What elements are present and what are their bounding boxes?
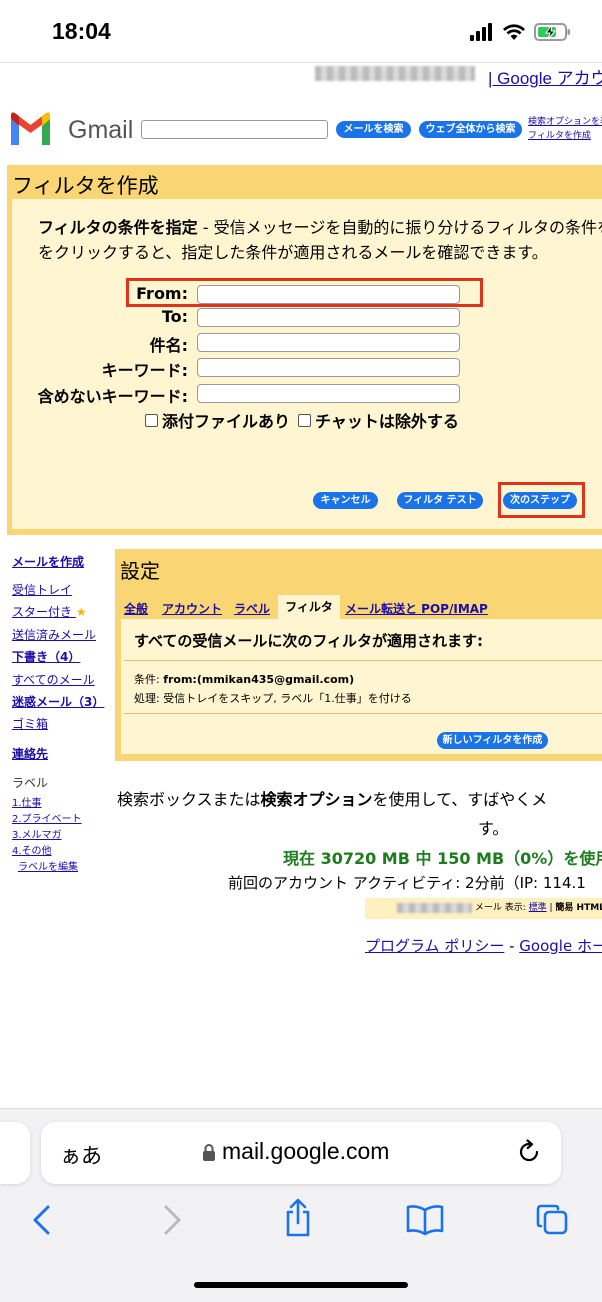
lock-icon: [203, 1144, 215, 1161]
attachment-label: 添付ファイルあり: [162, 412, 291, 431]
search-options-link[interactable]: 検索オプションを表: [528, 116, 602, 129]
nav-starred-label: スター付き: [12, 605, 73, 619]
gmail-logo-text: Gmail: [68, 116, 134, 144]
last-activity: 前回のアカウント アクティビティ: 2分前（IP: 114.1: [228, 874, 586, 892]
tabs-icon[interactable]: [535, 1203, 569, 1237]
url-text[interactable]: mail.google.com: [222, 1138, 389, 1165]
tab-labels[interactable]: ラベル: [234, 600, 270, 617]
google-account-link[interactable]: | Google アカウ: [488, 64, 602, 89]
edit-labels-link[interactable]: ラベルを編集: [18, 858, 78, 873]
settings-divider: [124, 660, 602, 661]
from-highlight-box: [126, 278, 483, 307]
search-web-button[interactable]: ウェブ全体から検索: [419, 121, 522, 138]
nav-drafts[interactable]: 下書き（4）: [12, 648, 80, 665]
exclude-keyword-label: 含めないキーワード:: [37, 387, 188, 406]
view-mode-bar: メール 表示: 標準 | 簡易 HTML 詳細: [365, 898, 602, 919]
attachment-option[interactable]: 添付ファイルあり: [145, 408, 290, 432]
storage-quota: 現在 30720 MB 中 150 MB（0%）を使用: [283, 849, 602, 868]
nav-all-mail[interactable]: すべてのメール: [12, 671, 95, 688]
labels-title: ラベル: [12, 776, 49, 790]
tab-general[interactable]: 全般: [124, 600, 148, 617]
compose-link[interactable]: メールを作成: [12, 553, 84, 570]
label-newsletter[interactable]: 3.メルマガ: [12, 826, 62, 841]
view-basic-html: 簡易 HTML: [555, 903, 602, 913]
status-time: 18:04: [52, 18, 111, 44]
home-indicator: [194, 1282, 408, 1288]
page-settings-button[interactable]: ぁあ: [60, 1140, 102, 1170]
label-work[interactable]: 1.仕事: [12, 794, 42, 809]
exclude-keyword-input[interactable]: [197, 384, 460, 403]
label-private[interactable]: 2.プライベート: [12, 810, 82, 825]
share-icon[interactable]: [282, 1198, 314, 1238]
cancel-button[interactable]: キャンセル: [313, 492, 378, 509]
back-icon[interactable]: [30, 1204, 54, 1236]
subject-input[interactable]: [197, 333, 460, 352]
gmail-logo-icon: [11, 112, 50, 145]
previous-tab-bar[interactable]: [0, 1122, 30, 1184]
settings-title: 設定: [120, 559, 160, 583]
program-policy-link[interactable]: プログラム ポリシー: [365, 937, 504, 955]
filter-condition-prefix: 条件:: [134, 673, 164, 686]
filter-desc-line1: - 受信メッセージを自動的に振り分けるフィルタの条件を: [197, 218, 602, 237]
create-filter-link[interactable]: フィルタを作成: [528, 130, 591, 143]
search-tip-2: を使用して、すばやくメ: [372, 790, 548, 809]
new-filter-button[interactable]: 新しいフィルタを作成: [437, 732, 548, 749]
nav-starred[interactable]: スター付き ★: [12, 603, 87, 620]
view-prefix: メール 表示:: [474, 903, 529, 913]
signal-icon: [470, 23, 494, 41]
filter-panel-title: フィルタを作成: [12, 174, 159, 198]
keyword-label: キーワード:: [101, 361, 188, 380]
tab-filters[interactable]: フィルタ: [278, 595, 340, 619]
search-tip-3: す。: [478, 819, 509, 838]
filters-heading: すべての受信メールに次のフィルタが適用されます:: [134, 632, 484, 650]
nav-spam[interactable]: 迷惑メール（3）: [12, 693, 104, 710]
mail-search-input[interactable]: [141, 120, 328, 139]
wifi-icon: [503, 24, 525, 40]
filter-description: フィルタの条件を指定 - 受信メッセージを自動的に振り分けるフィルタの条件を を…: [38, 215, 602, 265]
exclude-chat-checkbox[interactable]: [298, 413, 311, 427]
status-icons: [470, 20, 572, 44]
forward-icon[interactable]: [160, 1204, 184, 1236]
star-icon: ★: [75, 605, 87, 619]
to-input[interactable]: [197, 308, 460, 327]
filter-desc-bold: フィルタの条件を指定: [38, 218, 198, 237]
blurred-account: [397, 902, 472, 913]
tab-forwarding[interactable]: メール転送と POP/IMAP: [345, 600, 488, 617]
blurred-email: [315, 66, 475, 81]
nav-sent[interactable]: 送信済みメール: [12, 626, 96, 643]
next-step-highlight-box: [498, 482, 585, 518]
google-home-link[interactable]: Google ホー: [519, 937, 602, 955]
view-standard-link[interactable]: 標準: [529, 903, 547, 913]
bookmarks-icon[interactable]: [406, 1204, 444, 1236]
exclude-chat-option[interactable]: チャットは除外する: [298, 408, 459, 432]
to-label: To:: [161, 307, 188, 326]
contacts-link[interactable]: 連絡先: [12, 745, 48, 762]
search-tip: 検索ボックスまたは検索オプションを使用して、すばやくメ: [117, 786, 547, 810]
exclude-chat-label: チャットは除外する: [315, 412, 459, 431]
label-other[interactable]: 4.その他: [12, 842, 52, 857]
nav-inbox[interactable]: 受信トレイ: [12, 581, 72, 598]
filter-condition-value: from:(mmikan435@gmail.com): [163, 673, 355, 686]
keyword-input[interactable]: [197, 358, 460, 377]
settings-divider-2: [124, 713, 602, 714]
search-options-link-footer[interactable]: 検索オプション: [261, 790, 373, 809]
top-divider: [0, 62, 602, 63]
attachment-checkbox[interactable]: [145, 413, 158, 427]
battery-charging-icon: [534, 23, 570, 41]
filter-condition: 条件: from:(mmikan435@gmail.com): [134, 671, 354, 687]
footer-dash: -: [504, 937, 520, 955]
filter-desc-line2: をクリックすると、指定した条件が適用されるメールを確認できます。: [38, 243, 548, 262]
nav-trash[interactable]: ゴミ箱: [12, 715, 48, 732]
tab-accounts[interactable]: アカウント: [162, 600, 222, 617]
search-mail-button[interactable]: メールを検索: [336, 121, 411, 138]
reload-icon[interactable]: [515, 1138, 543, 1166]
subject-label: 件名:: [149, 336, 188, 355]
filter-test-button[interactable]: フィルタ テスト: [397, 492, 483, 509]
footer-links: プログラム ポリシー - Google ホー: [365, 935, 602, 956]
filter-action: 処理: 受信トレイをスキップ, ラベル「1.仕事」を付ける: [134, 692, 412, 705]
search-tip-1: 検索ボックスまたは: [117, 790, 261, 809]
